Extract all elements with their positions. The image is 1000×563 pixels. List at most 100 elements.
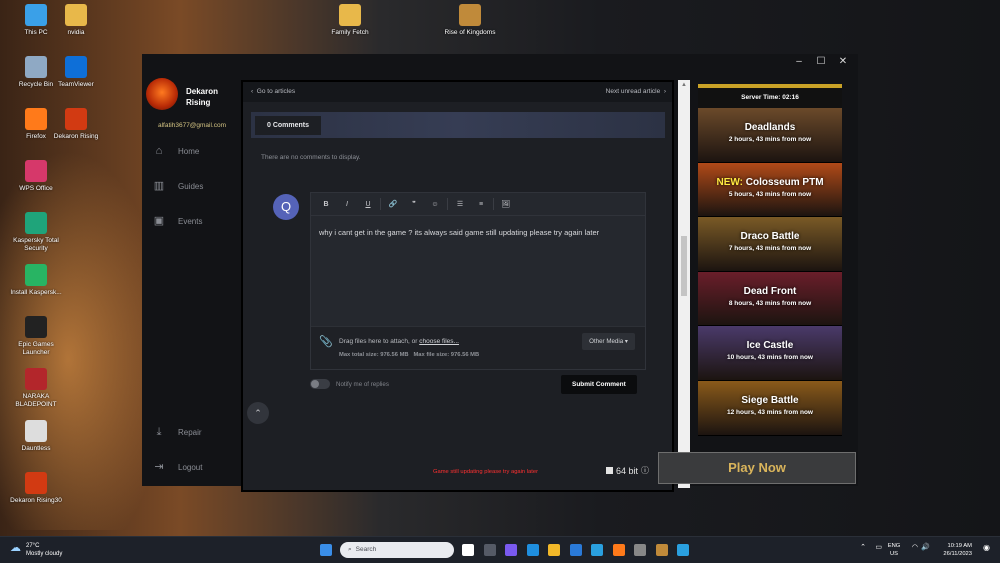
taskbar-app-icon[interactable] [569,544,582,556]
chevron-up-icon[interactable]: ⌃ [860,544,866,552]
volume-icon[interactable]: 🔊 [921,544,930,552]
nav-guides[interactable]: ▥ Guides [152,180,204,192]
server-time: Server Time: 02:16 [698,84,842,108]
next-unread-label: Next unread article [605,88,661,95]
desktop-icon[interactable]: Rise of Kingdoms [442,4,498,37]
lang-code[interactable]: ENG [886,542,902,550]
toolbar-separator [447,198,448,210]
submit-comment-button[interactable]: Submit Comment [561,375,637,394]
event-time: 7 hours, 43 mins from now [728,245,812,253]
tab-comments[interactable]: 0 Comments [255,116,322,135]
taskbar-app-icon[interactable] [591,544,603,556]
64bit-option[interactable]: 64 bit ⓘ [606,465,649,476]
notification-icon[interactable]: ◉ [983,544,990,552]
taskbar-app-icon[interactable] [548,544,560,556]
desktop-icon[interactable]: Dekaron Rising30 [8,472,64,505]
game-icon [459,4,481,26]
link-icon[interactable]: 🔗 [384,200,402,208]
event-time: 12 hours, 43 mins from now [727,408,813,416]
numbered-list-icon[interactable]: ≡ [472,201,490,208]
event-card[interactable]: Deadlands 2 hours, 43 mins from now [698,108,842,163]
play-now-button[interactable]: Play Now [658,452,856,484]
taskbar-app-icon[interactable] [677,544,689,556]
notify-replies[interactable]: Notify me of replies [310,379,389,389]
checkbox-icon[interactable] [606,467,613,474]
taskbar-app-icon[interactable] [634,544,646,556]
windows-start-icon[interactable] [320,544,332,556]
underline-icon[interactable]: U [359,201,377,208]
nav-home[interactable]: ⌂ Home [152,145,200,157]
weather-widget[interactable]: ☁ 27°C Mostly cloudy [10,542,62,558]
desktop-icon-label: Rise of Kingdoms [444,29,496,36]
scrollbar-thumb[interactable] [681,236,687,296]
desktop-icon[interactable]: Dekaron Rising [48,108,104,141]
taskbar-app-icon[interactable] [483,544,496,556]
italic-icon[interactable]: I [338,201,356,208]
event-new-badge: NEW: [716,176,746,188]
taskbar-app-icon[interactable] [462,544,474,556]
desktop-icon[interactable]: nvidia [48,4,104,37]
other-media-button[interactable]: Other Media ▾ [582,333,635,350]
attachment-area[interactable]: 📎 Drag files here to attach, or choose f… [311,326,645,369]
desktop-icon-label: Dauntless [21,445,51,452]
nav-logout[interactable]: ⇥ Logout [152,461,202,473]
event-card[interactable]: Siege Battle 12 hours, 43 mins from now [698,380,842,436]
event-card[interactable]: NEW: Colosseum PTM 5 hours, 43 mins from … [698,162,842,218]
scroll-up-arrow-icon[interactable]: ▲ [678,82,690,88]
home-icon: ⌂ [155,145,163,157]
comment-editor: B I U 🔗 ❞ ☺ ☰ ≡ 🖼 why i cant get in the game ? i… [310,192,646,370]
event-name-text: Siege Battle [741,394,799,406]
emoji-icon[interactable]: ☺ [426,201,444,208]
maximize-icon[interactable]: ☐ [816,56,826,67]
desktop-icon-label: WPS Office [19,185,53,192]
notify-toggle[interactable] [310,379,330,389]
nav-events-label: Events [178,216,203,226]
cloud-icon: ☁ [10,542,21,554]
taskbar-app-icon[interactable] [612,544,625,556]
bold-icon[interactable]: B [317,201,335,208]
desktop-icon[interactable]: NARAKA BLADEPOINT [8,368,64,409]
close-icon[interactable]: ✕ [838,56,848,67]
max-file-size: Max file size: 976.56 MB [413,352,480,358]
event-card[interactable]: Ice Castle 10 hours, 43 mins from now [698,326,842,381]
event-card[interactable]: Draco Battle 7 hours, 43 mins from now [698,217,842,272]
bullet-list-icon[interactable]: ☰ [451,200,469,208]
event-card[interactable]: Dead Front 8 hours, 43 mins from now [698,271,842,327]
editor-toolbar: B I U 🔗 ❞ ☺ ☰ ≡ 🖼 [311,193,645,216]
desktop-icon[interactable]: Install Kaspersk... [8,264,64,297]
info-icon[interactable]: ⓘ [641,465,649,476]
event-name-text: Draco Battle [740,231,800,243]
toolbar-separator [493,198,494,210]
nav-events[interactable]: ▣ Events [152,215,203,227]
quote-icon[interactable]: ❞ [405,200,423,208]
taskbar-search[interactable]: ⌕ Search [340,542,454,558]
desktop-icon[interactable]: TeamViewer [48,56,104,89]
taskbar-app-icon[interactable] [526,544,539,556]
weather-desc: Mostly cloudy [26,551,63,557]
image-icon[interactable]: 🖼 [497,200,515,208]
minimize-icon[interactable]: – [794,56,804,67]
nav-repair[interactable]: ⤓ Repair [152,426,202,438]
taskbar-app-icon[interactable] [505,544,517,556]
scroll-top-icon[interactable]: ⌃ [247,402,269,424]
dekaron-icon [65,108,87,130]
clock-time[interactable]: 10:19 AM [932,542,973,550]
desktop-icon[interactable]: Family Fetch [322,4,378,37]
desktop-icon[interactable]: Epic Games Launcher [8,316,64,357]
weather-temp: 27°C [26,543,40,549]
article-scrollbar[interactable]: ▲ ▼ [678,80,690,488]
go-to-articles-link[interactable]: ‹ Go to articles [251,88,295,95]
taskbar-app-icon[interactable] [655,544,668,556]
network-tray-icon[interactable]: ▭ [875,544,882,552]
nav-home-label: Home [178,146,200,156]
wifi-icon[interactable]: ◠ [912,544,918,552]
clock-date[interactable]: 26/11/2023 [932,550,972,558]
desktop-icon[interactable]: Dauntless [8,420,64,453]
desktop-icon-label: nvidia [67,29,85,36]
next-unread-link[interactable]: Next unread article › [606,88,666,95]
choose-files-link[interactable]: choose files... [419,338,459,345]
region-code[interactable]: US [886,550,902,558]
desktop-icon[interactable]: WPS Office [8,160,64,193]
desktop-icon[interactable]: Kaspersky Total Security [8,212,64,253]
comment-textarea[interactable]: why i cant get in the game ? its always … [311,216,645,320]
